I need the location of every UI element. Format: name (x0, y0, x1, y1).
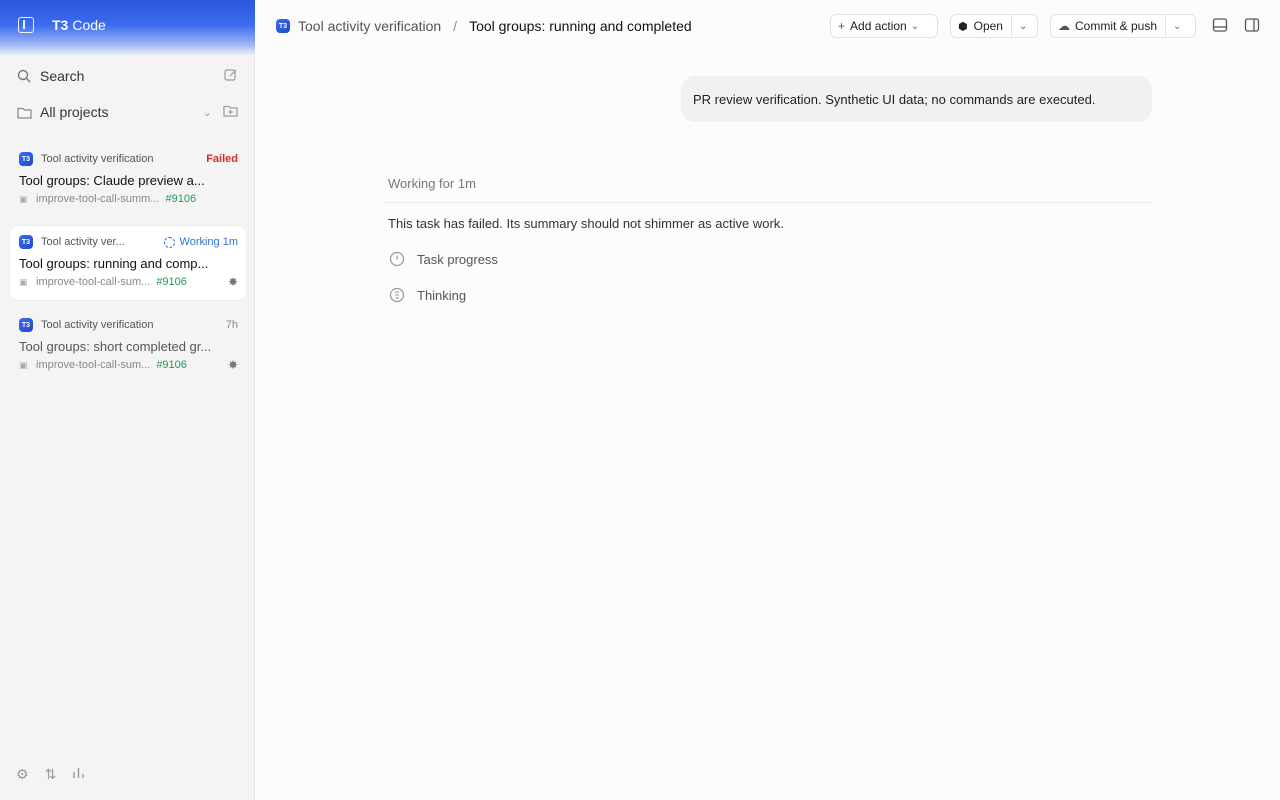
thread-title: Tool groups: short completed gr... (19, 339, 212, 354)
sort-icon[interactable]: ⇅ (45, 766, 57, 783)
divider (384, 202, 1152, 203)
tool-step[interactable]: Thinking (389, 287, 466, 303)
cloud-upload-icon: ☁ (1058, 19, 1070, 33)
thread-branch: improve-tool-call-sum... (36, 276, 151, 288)
agent-icon: ✸ (227, 358, 238, 372)
projects-label: All projects (40, 104, 109, 120)
cube-icon: ⬢ (958, 20, 968, 33)
sidebar: T3 Code Search All projects ⌄ T3 Tool act… (0, 0, 255, 800)
project-logo-icon: T3 (276, 19, 290, 33)
tool-step[interactable]: Task progress (389, 251, 498, 267)
add-folder-icon[interactable] (223, 104, 238, 120)
add-action-button[interactable]: + Add action ⌄ (830, 14, 938, 38)
branch-icon: ▣ (19, 276, 28, 287)
sidebar-footer: ⚙ ⇅ (16, 766, 85, 783)
projects-filter[interactable]: All projects ⌄ (16, 100, 238, 124)
folder-icon (16, 104, 32, 120)
status-badge: Failed (206, 153, 238, 165)
commit-push-button[interactable]: ☁ Commit & push ⌄ (1050, 14, 1196, 38)
add-action-label: Add action (850, 19, 907, 33)
top-bar: T3 Tool activity verification / Tool gro… (256, 0, 1280, 52)
search-button[interactable]: Search (16, 64, 238, 88)
agent-icon: ✸ (227, 275, 238, 289)
working-status[interactable]: Working for 1m (388, 176, 476, 191)
pr-number[interactable]: #9106 (156, 276, 187, 288)
brand-header: T3 Code (0, 0, 255, 56)
commit-label: Commit & push (1075, 19, 1158, 33)
thread-item[interactable]: T3 Tool activity verification 7h Tool gr… (10, 309, 246, 383)
chart-icon[interactable] (72, 766, 85, 783)
brain-icon (389, 287, 405, 303)
step-label: Task progress (417, 251, 498, 267)
thread-branch: improve-tool-call-summ... (36, 193, 160, 205)
thread-item[interactable]: T3 Tool activity ver... Working 1m Tool … (10, 226, 246, 300)
app-name: T3 Code (52, 17, 106, 33)
branch-icon: ▣ (19, 193, 28, 204)
pr-number[interactable]: #9106 (156, 359, 187, 371)
breadcrumb: T3 Tool activity verification / Tool gro… (276, 18, 692, 34)
commit-menu-chevron-icon[interactable]: ⌄ (1165, 15, 1181, 37)
thread-project: Tool activity verification (41, 153, 154, 165)
thread-project: Tool activity verification (41, 319, 154, 331)
open-button[interactable]: ⬢ Open ⌄ (950, 14, 1038, 38)
sidebar-toggle-icon[interactable] (18, 17, 34, 33)
brand-name-text: Code (72, 17, 106, 33)
clock-icon (389, 251, 405, 267)
project-logo-icon: T3 (19, 152, 33, 166)
breadcrumb-project[interactable]: Tool activity verification (298, 18, 441, 34)
chevron-down-icon[interactable]: ⌄ (203, 106, 212, 119)
chevron-down-icon: ⌄ (910, 20, 920, 32)
compose-icon[interactable] (224, 68, 238, 85)
project-logo-icon: T3 (19, 318, 33, 332)
pr-number[interactable]: #9106 (165, 193, 196, 205)
search-icon (16, 68, 32, 84)
thread-project: Tool activity ver... (41, 236, 125, 248)
brand-logo-text: T3 (52, 17, 69, 33)
thread-title: Tool groups: Claude preview a... (19, 173, 205, 188)
spinner-icon (163, 236, 175, 248)
panel-right-icon[interactable] (1244, 17, 1260, 33)
project-logo-icon: T3 (19, 235, 33, 249)
user-message: PR review verification. Synthetic UI dat… (681, 76, 1152, 122)
status-text: Working 1m (179, 236, 238, 248)
branch-icon: ▣ (19, 359, 28, 370)
thread-title: Tool groups: running and comp... (19, 256, 209, 271)
assistant-message: This task has failed. Its summary should… (388, 216, 784, 231)
status-badge: Working 1m (163, 236, 238, 248)
panel-bottom-icon[interactable] (1212, 17, 1228, 33)
thread-timestamp: 7h (225, 319, 238, 331)
open-menu-chevron-icon[interactable]: ⌄ (1010, 15, 1027, 37)
step-label: Thinking (417, 287, 467, 303)
thread-item[interactable]: T3 Tool activity verification Failed Too… (10, 143, 246, 217)
search-label: Search (40, 68, 85, 84)
open-label: Open (973, 19, 1003, 33)
page-title: Tool groups: running and completed (469, 18, 692, 34)
settings-icon[interactable]: ⚙ (16, 766, 29, 783)
plus-icon: + (838, 19, 846, 33)
breadcrumb-separator: / (453, 18, 458, 34)
thread-branch: improve-tool-call-sum... (36, 359, 151, 371)
